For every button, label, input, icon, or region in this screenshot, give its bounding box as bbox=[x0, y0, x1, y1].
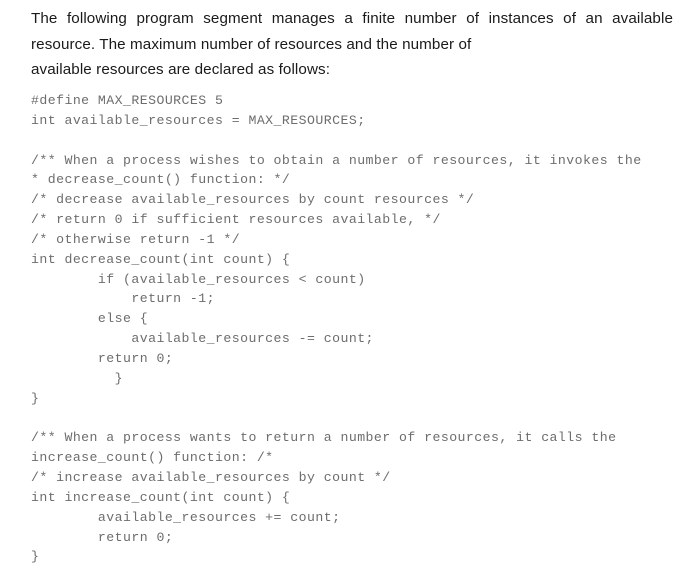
code-line: } bbox=[31, 390, 40, 406]
code-line: if (available_resources < count) bbox=[31, 271, 366, 287]
code-line: int available_resources = MAX_RESOURCES; bbox=[31, 112, 366, 128]
document-page: The following program segment manages a … bbox=[0, 0, 700, 564]
code-line: /* otherwise return -1 */ bbox=[31, 231, 241, 247]
code-line: } bbox=[31, 549, 40, 565]
code-line: } bbox=[31, 370, 124, 386]
intro-paragraph: The following program segment manages a … bbox=[31, 6, 673, 83]
code-line: return 0; bbox=[31, 350, 174, 366]
intro-line-1: The following program segment manages a … bbox=[31, 10, 603, 27]
code-line: int decrease_count(int count) { bbox=[31, 251, 291, 267]
code-line: return 0; bbox=[31, 529, 174, 545]
code-line: /** When a process wishes to obtain a nu… bbox=[31, 152, 642, 168]
code-line: return -1; bbox=[31, 291, 216, 307]
code-line: available_resources += count; bbox=[31, 509, 341, 525]
code-line: /** When a process wants to return a num… bbox=[31, 430, 617, 446]
code-line: #define MAX_RESOURCES 5 bbox=[31, 93, 224, 108]
code-line: available_resources -= count; bbox=[31, 331, 374, 347]
code-line: increase_count() function: /* bbox=[31, 450, 274, 466]
code-line: int increase_count(int count) { bbox=[31, 489, 291, 505]
code-line: /* increase available_resources by count… bbox=[31, 470, 391, 486]
code-line: /* decrease available_resources by count… bbox=[31, 192, 475, 208]
code-block: #define MAX_RESOURCES 5 int available_res… bbox=[31, 91, 691, 567]
code-line: /* return 0 if sufficient resources avai… bbox=[31, 212, 441, 228]
code-line: * decrease_count() function: */ bbox=[31, 172, 291, 188]
intro-line-3: available resources are declared as foll… bbox=[31, 61, 331, 78]
code-line: else { bbox=[31, 311, 149, 327]
